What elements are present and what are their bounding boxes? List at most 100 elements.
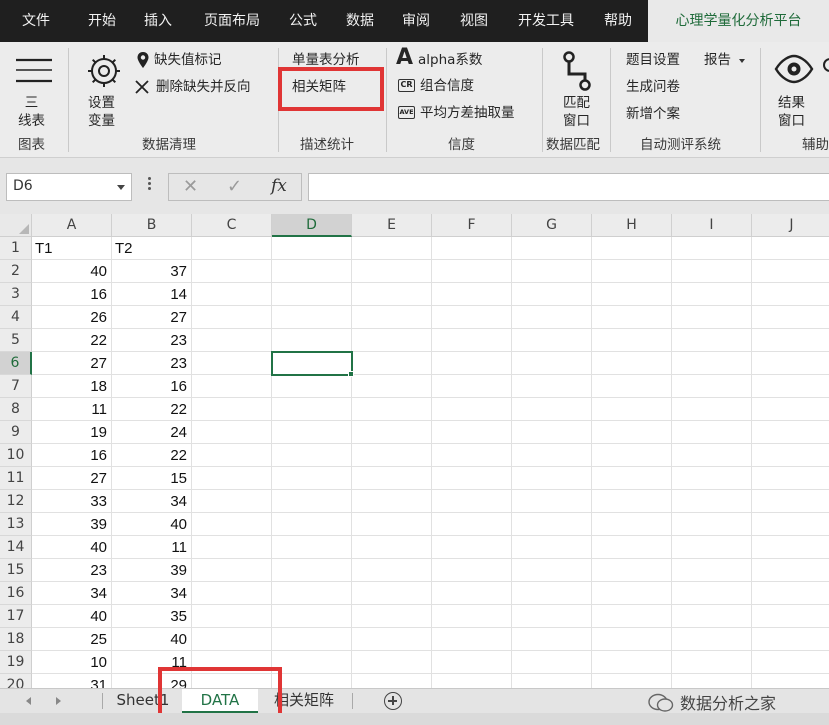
column-header-h[interactable]: H [592,214,672,237]
ave-button[interactable]: AVE 平均方差抽取量 [396,103,536,123]
data-cell[interactable]: 16 [115,375,187,398]
item-setup-button[interactable]: 题目设置 [626,51,680,69]
setup-variables-button[interactable]: 设置 变量 [76,48,132,132]
data-cell[interactable]: 27 [35,352,107,375]
add-case-button[interactable]: 新增个案 [626,105,680,123]
data-cell[interactable]: 22 [115,398,187,421]
data-cell[interactable]: 27 [35,467,107,490]
fill-handle[interactable] [348,371,354,377]
data-cell[interactable]: 10 [35,651,107,674]
row-header-18[interactable]: 18 [0,628,32,651]
data-cell[interactable]: 24 [115,421,187,444]
data-cell[interactable]: 14 [115,283,187,306]
row-header-16[interactable]: 16 [0,582,32,605]
row-header-10[interactable]: 10 [0,444,32,467]
data-cell[interactable]: 19 [35,421,107,444]
column-header-j[interactable]: J [752,214,829,237]
missing-mark-button[interactable]: 缺失值标记 [134,50,244,70]
correlation-matrix-button[interactable]: 相关矩阵 [292,78,346,96]
chevron-down-icon[interactable] [117,185,125,190]
data-cell[interactable]: 40 [35,605,107,628]
row-header-19[interactable]: 19 [0,651,32,674]
data-cell[interactable]: 25 [35,628,107,651]
data-cell[interactable]: 34 [115,582,187,605]
row-header-17[interactable]: 17 [0,605,32,628]
data-cell[interactable]: 23 [115,352,187,375]
composite-reliability-button[interactable]: CR 组合信度 [396,76,496,96]
column-header-e[interactable]: E [352,214,432,237]
data-cell[interactable]: 39 [35,513,107,536]
column-header-g[interactable]: G [512,214,592,237]
menu-tab-page-layout[interactable]: 页面布局 [192,0,272,42]
select-all-button[interactable] [0,214,32,237]
data-cell[interactable]: 40 [115,628,187,651]
column-header-c[interactable]: C [192,214,272,237]
menu-tab-home[interactable]: 开始 [72,0,132,42]
row-header-7[interactable]: 7 [0,375,32,398]
data-cell[interactable]: 29 [115,674,187,688]
more-options-icon[interactable] [146,175,152,192]
column-header-i[interactable]: I [672,214,752,237]
data-cell[interactable]: 11 [115,651,187,674]
add-sheet-button[interactable] [384,692,402,710]
data-cell[interactable]: 26 [35,306,107,329]
data-cell[interactable]: 35 [115,605,187,628]
row-header-5[interactable]: 5 [0,329,32,352]
data-cell[interactable]: 40 [115,513,187,536]
menu-tab-developer[interactable]: 开发工具 [504,0,588,42]
report-dropdown[interactable]: 报告 [704,51,750,69]
data-cell[interactable]: 16 [35,444,107,467]
row-header-2[interactable]: 2 [0,260,32,283]
next-sheet-icon[interactable] [56,697,61,705]
row-header-13[interactable]: 13 [0,513,32,536]
column-header-d[interactable]: D [272,214,352,237]
data-cell[interactable]: 23 [115,329,187,352]
three-line-table-button[interactable]: 三 线表 [4,46,64,132]
row-header-11[interactable]: 11 [0,467,32,490]
prev-sheet-icon[interactable] [26,697,31,705]
menu-tab-psych-platform[interactable]: 心理学量化分析平台 [648,0,829,42]
row-header-4[interactable]: 4 [0,306,32,329]
sheet-tab-correlation-matrix[interactable]: 相关矩阵 [264,689,344,713]
menu-tab-insert[interactable]: 插入 [128,0,188,42]
data-cell[interactable]: 27 [115,306,187,329]
result-window-button[interactable]: 结果 窗口 [770,46,822,132]
delete-missing-reverse-button[interactable]: 删除缺失并反向 [134,77,270,97]
data-cell[interactable]: 11 [35,398,107,421]
row-header-6[interactable]: 6 [0,352,32,375]
data-cell[interactable]: 34 [35,582,107,605]
row-header-15[interactable]: 15 [0,559,32,582]
worksheet-grid[interactable]: ABCDEFGHIJ 1 2 3 4 5 6 7 8 9 10 11 12 13 14 15 16 17 18 19… [0,214,829,688]
data-cell[interactable]: 34 [115,490,187,513]
data-cell[interactable]: 37 [115,260,187,283]
row-header-20[interactable]: 20 [0,674,32,688]
enter-icon[interactable]: ✓ [227,176,242,197]
row-header-8[interactable]: 8 [0,398,32,421]
data-cell[interactable]: 16 [35,283,107,306]
row-header-14[interactable]: 14 [0,536,32,559]
sheet-tab-sheet1[interactable]: Sheet1 [108,689,178,713]
sheet-tab-data[interactable]: DATA [182,689,258,713]
column-header-a[interactable]: A [32,214,112,237]
data-cell[interactable]: 40 [35,536,107,559]
column-header-f[interactable]: F [432,214,512,237]
data-cell[interactable]: 15 [115,467,187,490]
data-cell[interactable]: 22 [35,329,107,352]
match-window-button[interactable]: 匹配 窗口 [550,46,606,132]
formula-input[interactable] [308,173,829,201]
insert-function-icon[interactable]: fx [271,176,287,196]
data-cell[interactable]: 18 [35,375,107,398]
alpha-coefficient-button[interactable]: A alpha系数 [396,46,506,72]
cancel-icon[interactable]: ✕ [183,176,198,197]
data-cell[interactable]: 39 [115,559,187,582]
data-cell[interactable]: 22 [115,444,187,467]
menu-tab-formulas[interactable]: 公式 [276,0,330,42]
menu-tab-data[interactable]: 数据 [332,0,388,42]
data-cell[interactable]: 11 [115,536,187,559]
row-header-9[interactable]: 9 [0,421,32,444]
row-header-3[interactable]: 3 [0,283,32,306]
single-scale-analysis-button[interactable]: 单量表分析 [292,51,360,69]
menu-tab-help[interactable]: 帮助 [590,0,646,42]
menu-tab-view[interactable]: 视图 [446,0,502,42]
menu-tab-file[interactable]: 文件 [6,0,66,42]
